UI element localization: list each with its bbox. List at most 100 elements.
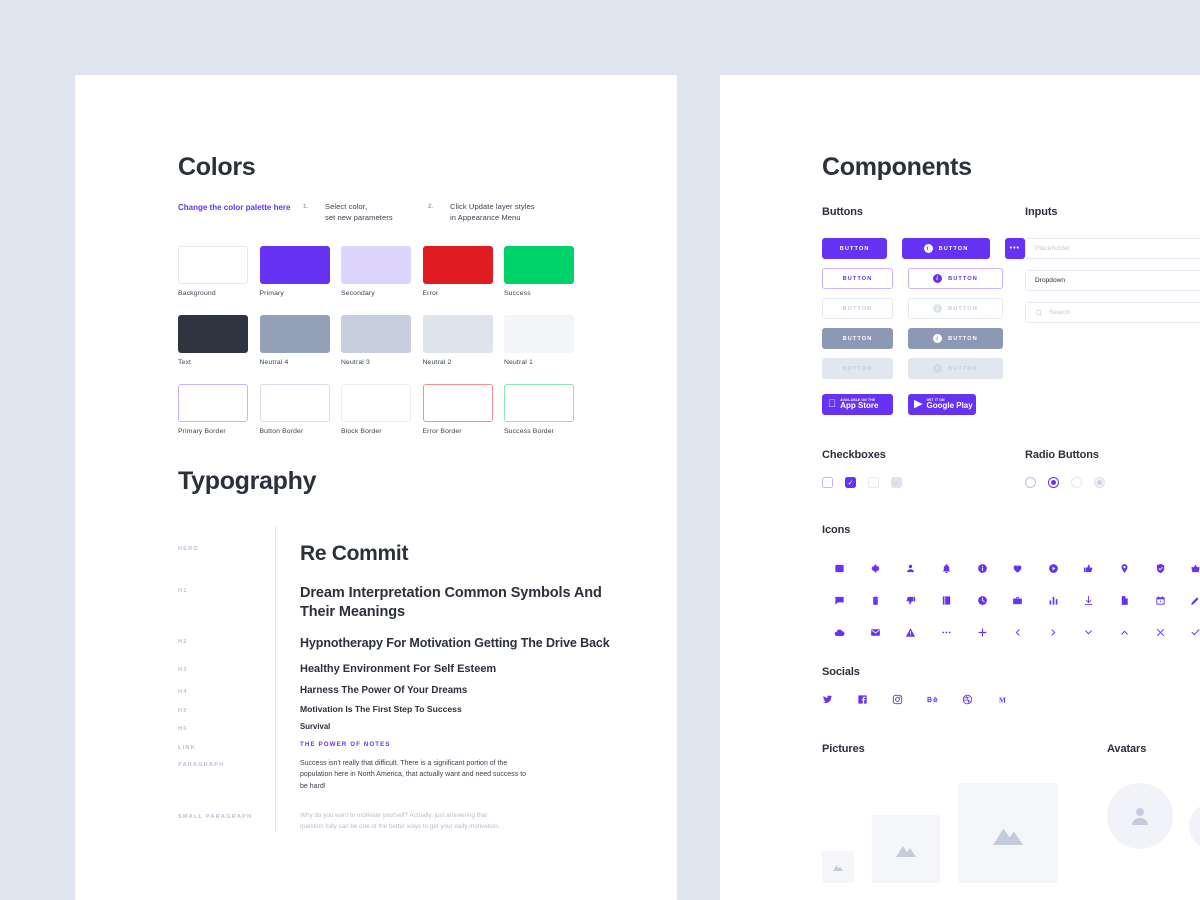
color-swatch[interactable]: Neutral 4 [259, 314, 342, 366]
color-swatch[interactable]: Neutral 1 [504, 314, 586, 366]
button-solid[interactable]: BUTTON [822, 238, 888, 259]
ellipsis-icon-cell[interactable] [929, 616, 965, 648]
medium-icon-cell[interactable]: M [997, 694, 1032, 705]
swatch-label: Neutral 4 [259, 358, 289, 366]
typography-key: Small Paragraph [178, 814, 253, 821]
color-swatch[interactable]: Neutral 2 [422, 314, 505, 366]
dropdown-input[interactable]: Dropdown [1025, 270, 1200, 291]
swatch-label: Text [178, 358, 192, 366]
clock-icon-cell[interactable] [964, 584, 1000, 616]
avatars-group: Avatars [1107, 743, 1200, 883]
pencil-icon-cell[interactable] [1178, 584, 1200, 616]
user-icon [1132, 808, 1148, 825]
avatar-medium [1189, 803, 1200, 849]
calendar-icon-cell[interactable] [1142, 584, 1178, 616]
mountain-icon [896, 846, 916, 857]
button-disabled-with-icon: i BUTTON [908, 358, 1003, 379]
file-icon-cell[interactable] [1107, 584, 1143, 616]
mail-icon-cell[interactable] [858, 616, 894, 648]
color-swatch[interactable]: Success Border [504, 383, 586, 435]
twitter-icon-cell[interactable] [822, 694, 857, 705]
briefcase-icon-cell[interactable] [1000, 584, 1036, 616]
color-swatch[interactable]: Background [178, 245, 260, 297]
picture-small [822, 851, 854, 883]
bar-chart-icon-cell[interactable] [1036, 584, 1072, 616]
color-swatch[interactable]: Success [504, 245, 586, 297]
radio-empty[interactable] [1025, 477, 1036, 488]
swatch-box [341, 383, 411, 422]
facebook-icon-cell[interactable] [857, 694, 892, 705]
button-neutral[interactable]: BUTTON [822, 328, 893, 349]
checkbox-empty[interactable] [822, 477, 833, 488]
icons-group: Icons [822, 524, 1200, 648]
swatch-box [341, 314, 411, 353]
chat-icon-cell[interactable] [822, 584, 858, 616]
color-swatch[interactable]: Secondary [341, 245, 423, 297]
color-swatch[interactable]: Button Border [259, 383, 342, 435]
color-swatch[interactable]: Error [422, 245, 505, 297]
warning-icon-cell[interactable] [893, 616, 929, 648]
avatar-large [1107, 783, 1173, 849]
check-icon-cell[interactable] [1178, 616, 1200, 648]
color-swatch[interactable]: Text [178, 314, 260, 366]
color-swatch[interactable]: Primary [259, 245, 342, 297]
plus-icon-cell[interactable] [964, 616, 1000, 648]
thumbs-down-icon-cell[interactable] [893, 584, 929, 616]
dribbble-icon-cell[interactable] [962, 694, 997, 705]
chevron-right-icon-cell[interactable] [1036, 616, 1072, 648]
shield-check-icon-cell[interactable] [1142, 552, 1178, 584]
more-options-button[interactable]: ••• [1004, 238, 1025, 259]
search-input[interactable]: Search [1025, 302, 1200, 323]
briefcase-icon [1013, 596, 1023, 604]
button-ghost-with-icon[interactable]: i BUTTON [908, 298, 1003, 319]
cloud-icon-cell[interactable] [822, 616, 858, 648]
radios-group: Radio Buttons [1025, 449, 1200, 488]
trash-icon-cell[interactable] [858, 584, 894, 616]
typography-key: Link [178, 745, 196, 752]
chevron-up-icon-cell[interactable] [1107, 616, 1143, 648]
checkbox-checked[interactable]: ✓ [845, 477, 856, 488]
button-neutral-with-icon[interactable]: i BUTTON [908, 328, 1003, 349]
swatch-box [504, 314, 574, 353]
button-outline-with-icon[interactable]: i BUTTON [908, 268, 1003, 289]
button-outline[interactable]: BUTTON [822, 268, 893, 289]
swatch-label: Background [178, 289, 216, 297]
google-play-button[interactable]: ▶ GET IT ON Google Play [908, 394, 976, 415]
basket-icon [1191, 564, 1200, 572]
swatch-label: Neutral 2 [422, 358, 452, 366]
play-circle-icon-cell[interactable] [1036, 552, 1072, 584]
google-play-label: Google Play [926, 401, 973, 411]
bell-icon-cell[interactable] [929, 552, 965, 584]
color-swatch[interactable]: Error Border [422, 383, 505, 435]
color-swatch[interactable]: Block Border [341, 383, 423, 435]
color-swatch[interactable]: Neutral 3 [341, 314, 423, 366]
apple-icon:  [828, 399, 836, 410]
thumbs-up-icon-cell[interactable] [1071, 552, 1107, 584]
behance-icon-cell[interactable] [927, 694, 962, 705]
close-icon-cell[interactable] [1142, 616, 1178, 648]
user-icon-cell[interactable] [893, 552, 929, 584]
components-card: Components Buttons BUTTON i BUTTON ••• B… [720, 75, 1200, 900]
color-swatch[interactable]: Primary Border [178, 383, 260, 435]
chevron-left-icon-cell[interactable] [1000, 616, 1036, 648]
radio-selected[interactable] [1048, 477, 1059, 488]
typography-key: H6 [178, 726, 188, 733]
app-store-button[interactable]:  AVAILABLE ON THE App Store [822, 394, 893, 415]
button-ghost[interactable]: BUTTON [822, 298, 893, 319]
heart-icon-cell[interactable] [1000, 552, 1036, 584]
button-solid-with-icon[interactable]: i BUTTON [902, 238, 990, 259]
chevron-down-icon-cell[interactable] [1071, 616, 1107, 648]
basket-icon-cell[interactable] [1178, 552, 1200, 584]
info-icon: i [933, 274, 943, 283]
swatch-label: Success Border [504, 427, 555, 435]
pictures-heading: Pictures [822, 743, 865, 755]
location-pin-icon-cell[interactable] [1107, 552, 1143, 584]
gear-icon-cell[interactable] [858, 552, 894, 584]
book-icon-cell[interactable] [929, 584, 965, 616]
image-icon-cell[interactable] [822, 552, 858, 584]
info-icon-cell[interactable] [964, 552, 1000, 584]
download-icon-cell[interactable] [1071, 584, 1107, 616]
instagram-icon-cell[interactable] [892, 694, 927, 705]
change-palette-link[interactable]: Change the color palette here [178, 202, 303, 224]
text-input[interactable]: Placeholder [1025, 238, 1200, 259]
